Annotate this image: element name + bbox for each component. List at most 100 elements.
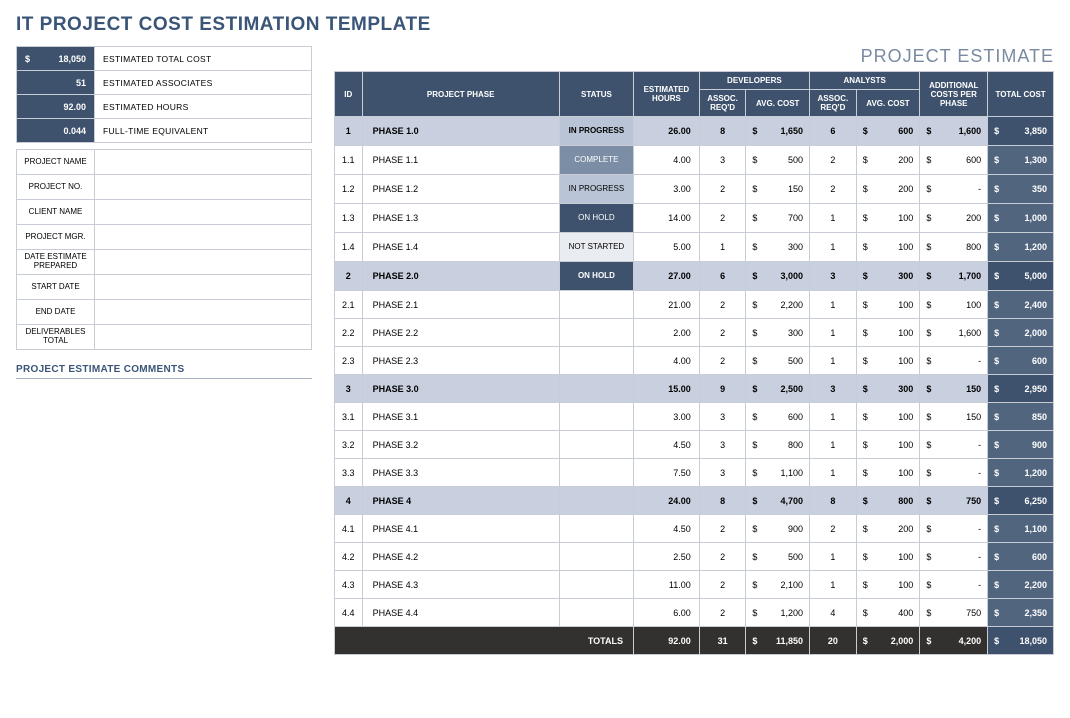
cell-phase: PHASE 2.1 — [362, 291, 559, 319]
summary-value: 51 — [17, 71, 95, 95]
cell-status — [559, 515, 633, 543]
cell-status — [559, 319, 633, 347]
cell-dev-cost: 2,500 — [746, 375, 810, 403]
cell-dev-cost: 500 — [746, 146, 810, 175]
cell-dev-assoc: 2 — [699, 319, 746, 347]
totals-addl: 4,200 — [920, 627, 988, 655]
cell-id: 3 — [335, 375, 363, 403]
cell-an-cost: 800 — [856, 487, 920, 515]
cell-addl: 200 — [920, 204, 988, 233]
cell-dev-assoc: 9 — [699, 375, 746, 403]
cell-phase: PHASE 2.3 — [362, 347, 559, 375]
table-row: 2.3PHASE 2.34.0025001100-600 — [335, 347, 1054, 375]
cell-dev-cost: 1,100 — [746, 459, 810, 487]
cell-addl: - — [920, 347, 988, 375]
cell-an-assoc: 1 — [810, 459, 857, 487]
status-badge[interactable]: NOT STARTED — [560, 233, 633, 261]
cell-dev-assoc: 2 — [699, 515, 746, 543]
info-value[interactable] — [95, 150, 312, 175]
cell-dev-cost: 3,000 — [746, 262, 810, 291]
cell-phase: PHASE 4.2 — [362, 543, 559, 571]
estimate-grid: ID PROJECT PHASE STATUS ESTIMATED HOURS … — [334, 71, 1054, 655]
cell-an-assoc: 3 — [810, 375, 857, 403]
cell-dev-assoc: 3 — [699, 403, 746, 431]
info-value[interactable] — [95, 275, 312, 300]
cell-status — [559, 459, 633, 487]
col-dev-assoc: ASSOC. REQ'D — [699, 90, 746, 117]
cell-an-assoc: 1 — [810, 543, 857, 571]
cell-dev-assoc: 8 — [699, 487, 746, 515]
info-label: PROJECT NAME — [17, 150, 95, 175]
cell-an-assoc: 2 — [810, 515, 857, 543]
totals-an-cost: 2,000 — [856, 627, 920, 655]
status-badge[interactable]: COMPLETE — [560, 146, 633, 174]
status-badge[interactable]: ON HOLD — [560, 204, 633, 232]
cell-phase: PHASE 4.1 — [362, 515, 559, 543]
cell-id: 2.2 — [335, 319, 363, 347]
cell-status — [559, 599, 633, 627]
cell-an-assoc: 3 — [810, 262, 857, 291]
cell-addl: 100 — [920, 291, 988, 319]
cell-total: 1,100 — [988, 515, 1054, 543]
cell-id: 1 — [335, 117, 363, 146]
cell-total: 850 — [988, 403, 1054, 431]
cell-status: ON HOLD — [559, 262, 633, 291]
totals-row: TOTALS92.003111,850202,0004,20018,050 — [335, 627, 1054, 655]
info-value[interactable] — [95, 250, 312, 275]
cell-dev-cost: 1,200 — [746, 599, 810, 627]
cell-status — [559, 403, 633, 431]
cell-status — [559, 487, 633, 515]
summary-table: 18,050 ESTIMATED TOTAL COST51 ESTIMATED … — [16, 46, 312, 143]
table-row: 1.1PHASE 1.1COMPLETE4.00350022006001,300 — [335, 146, 1054, 175]
cell-addl: 1,600 — [920, 117, 988, 146]
totals-an-assoc: 20 — [810, 627, 857, 655]
cell-total: 1,200 — [988, 233, 1054, 262]
info-value[interactable] — [95, 175, 312, 200]
cell-hours: 5.00 — [634, 233, 700, 262]
col-dev-avg: AVG. COST — [746, 90, 810, 117]
cell-phase: PHASE 1.4 — [362, 233, 559, 262]
cell-status — [559, 431, 633, 459]
info-value[interactable] — [95, 300, 312, 325]
status-badge[interactable]: IN PROGRESS — [560, 117, 633, 145]
cell-an-cost: 200 — [856, 146, 920, 175]
cell-addl: 800 — [920, 233, 988, 262]
status-badge[interactable]: ON HOLD — [560, 262, 633, 290]
info-value[interactable] — [95, 325, 312, 350]
cell-phase: PHASE 4 — [362, 487, 559, 515]
info-value[interactable] — [95, 200, 312, 225]
cell-dev-assoc: 8 — [699, 117, 746, 146]
cell-addl: - — [920, 571, 988, 599]
cell-status — [559, 375, 633, 403]
cell-hours: 2.00 — [634, 319, 700, 347]
cell-addl: 750 — [920, 487, 988, 515]
cell-an-cost: 100 — [856, 233, 920, 262]
col-id: ID — [335, 72, 363, 117]
cell-total: 900 — [988, 431, 1054, 459]
cell-an-assoc: 1 — [810, 319, 857, 347]
cell-status — [559, 291, 633, 319]
status-badge[interactable]: IN PROGRESS — [560, 175, 633, 203]
cell-dev-assoc: 3 — [699, 146, 746, 175]
right-title: PROJECT ESTIMATE — [334, 46, 1054, 67]
cell-status: NOT STARTED — [559, 233, 633, 262]
cell-an-cost: 400 — [856, 599, 920, 627]
cell-addl: - — [920, 543, 988, 571]
table-row: 2.1PHASE 2.121.0022,20011001002,400 — [335, 291, 1054, 319]
cell-hours: 14.00 — [634, 204, 700, 233]
cell-an-cost: 100 — [856, 403, 920, 431]
cell-an-assoc: 8 — [810, 487, 857, 515]
cell-phase: PHASE 1.0 — [362, 117, 559, 146]
cell-dev-cost: 2,100 — [746, 571, 810, 599]
cell-an-assoc: 1 — [810, 403, 857, 431]
cell-addl: 1,600 — [920, 319, 988, 347]
cell-id: 4.3 — [335, 571, 363, 599]
comments-header: PROJECT ESTIMATE COMMENTS — [16, 364, 312, 379]
cell-dev-cost: 2,200 — [746, 291, 810, 319]
info-value[interactable] — [95, 225, 312, 250]
cell-dev-assoc: 6 — [699, 262, 746, 291]
cell-dev-cost: 500 — [746, 347, 810, 375]
page-title: IT PROJECT COST ESTIMATION TEMPLATE — [16, 14, 1054, 36]
cell-id: 3.2 — [335, 431, 363, 459]
table-row: 2.2PHASE 2.22.00230011001,6002,000 — [335, 319, 1054, 347]
